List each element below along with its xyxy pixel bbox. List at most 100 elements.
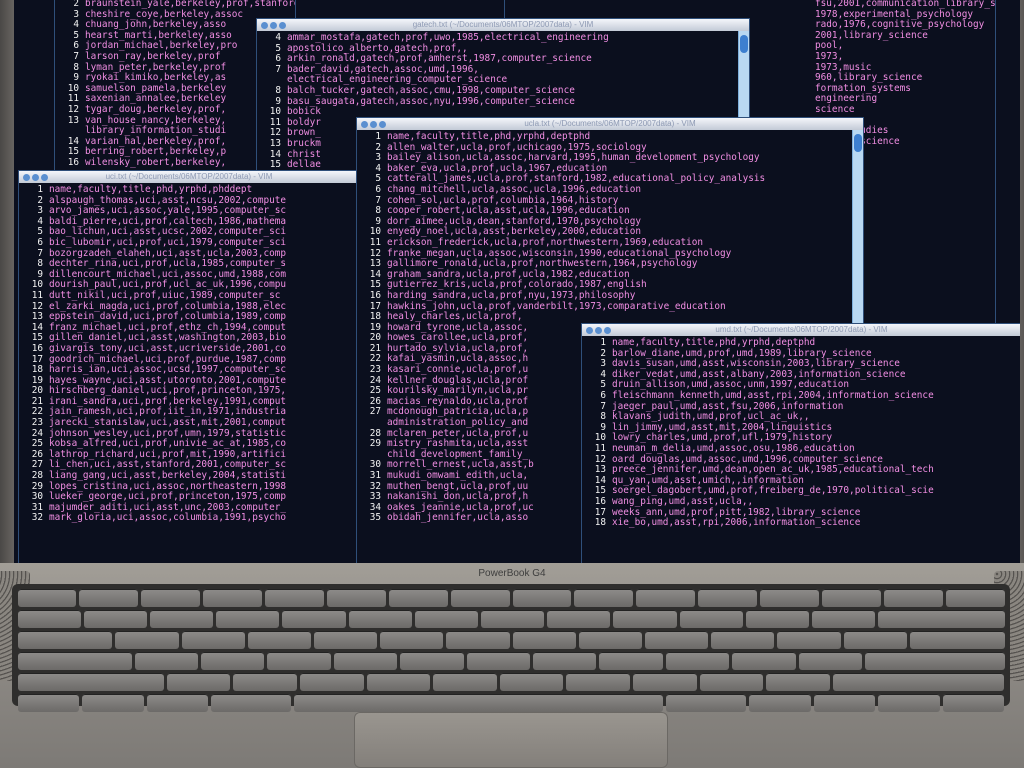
key[interactable] xyxy=(17,610,81,628)
key[interactable] xyxy=(942,694,1005,712)
key[interactable] xyxy=(512,631,576,649)
close-icon[interactable] xyxy=(361,121,368,128)
key[interactable] xyxy=(832,673,1005,691)
minimize-icon[interactable] xyxy=(370,121,377,128)
key[interactable] xyxy=(665,652,730,670)
key[interactable] xyxy=(909,631,1005,649)
key[interactable] xyxy=(883,589,943,607)
key[interactable] xyxy=(945,589,1005,607)
title-bar[interactable]: ucla.txt (~/Documents/06MTOP/2007data) -… xyxy=(357,118,863,130)
key[interactable] xyxy=(613,610,677,628)
title-bar[interactable]: umd.txt (~/Documents/06MTOP/2007data) - … xyxy=(582,324,1020,336)
text-area[interactable]: 1 name,faculty,title,phd,yrphd,deptphd 2 ba… xyxy=(582,336,1020,529)
key[interactable] xyxy=(644,631,709,649)
key[interactable] xyxy=(348,610,412,628)
space-bar[interactable] xyxy=(294,694,664,712)
key[interactable] xyxy=(632,673,697,691)
key[interactable] xyxy=(811,610,876,628)
minimize-icon[interactable] xyxy=(32,174,39,181)
key[interactable] xyxy=(181,631,245,649)
key[interactable] xyxy=(512,589,572,607)
key[interactable] xyxy=(433,673,497,691)
uci-vim-window[interactable]: uci.txt (~/Documents/06MTOP/2007data) - … xyxy=(18,170,360,568)
key[interactable] xyxy=(79,589,139,607)
key[interactable] xyxy=(533,652,597,670)
key[interactable] xyxy=(82,694,144,712)
key[interactable] xyxy=(813,694,876,712)
key[interactable] xyxy=(247,631,311,649)
key[interactable] xyxy=(17,589,77,607)
zoom-icon[interactable] xyxy=(604,327,611,334)
key[interactable] xyxy=(115,631,179,649)
key[interactable] xyxy=(636,589,696,607)
title-bar[interactable]: uci.txt (~/Documents/06MTOP/2007data) - … xyxy=(19,171,359,183)
key[interactable] xyxy=(201,652,265,670)
scroll-thumb[interactable] xyxy=(854,134,862,152)
key[interactable] xyxy=(843,631,907,649)
key[interactable] xyxy=(146,694,209,712)
key[interactable] xyxy=(267,652,331,670)
key[interactable] xyxy=(17,673,164,691)
key[interactable] xyxy=(599,652,663,670)
key[interactable] xyxy=(499,673,564,691)
zoom-icon[interactable] xyxy=(279,22,286,29)
key[interactable] xyxy=(466,652,531,670)
key[interactable] xyxy=(446,631,510,649)
key[interactable] xyxy=(17,652,132,670)
key[interactable] xyxy=(566,673,630,691)
key[interactable] xyxy=(821,589,881,607)
key[interactable] xyxy=(366,673,431,691)
key[interactable] xyxy=(450,589,510,607)
key[interactable] xyxy=(745,610,809,628)
key[interactable] xyxy=(578,631,642,649)
key[interactable] xyxy=(574,589,634,607)
key[interactable] xyxy=(149,610,214,628)
key[interactable] xyxy=(216,610,280,628)
text-area[interactable]: 1 name,faculty,title,phd,yrphd,phddept 2 al… xyxy=(19,183,359,524)
keyboard[interactable] xyxy=(12,584,1010,712)
key[interactable] xyxy=(17,694,80,712)
minimize-icon[interactable] xyxy=(270,22,277,29)
minimize-icon[interactable] xyxy=(595,327,602,334)
key[interactable] xyxy=(83,610,147,628)
key[interactable] xyxy=(798,652,863,670)
key[interactable] xyxy=(749,694,811,712)
key[interactable] xyxy=(878,610,1005,628)
key[interactable] xyxy=(666,694,747,712)
scroll-thumb[interactable] xyxy=(740,35,748,53)
key[interactable] xyxy=(333,652,398,670)
key[interactable] xyxy=(265,589,324,607)
key[interactable] xyxy=(388,589,448,607)
key[interactable] xyxy=(313,631,378,649)
key[interactable] xyxy=(699,673,764,691)
key[interactable] xyxy=(166,673,231,691)
close-icon[interactable] xyxy=(586,327,593,334)
key[interactable] xyxy=(211,694,292,712)
key[interactable] xyxy=(134,652,199,670)
key[interactable] xyxy=(414,610,478,628)
key[interactable] xyxy=(547,610,611,628)
key[interactable] xyxy=(299,673,364,691)
key[interactable] xyxy=(760,589,819,607)
key[interactable] xyxy=(233,673,297,691)
key[interactable] xyxy=(282,610,346,628)
key[interactable] xyxy=(732,652,796,670)
key[interactable] xyxy=(711,631,775,649)
key[interactable] xyxy=(878,694,940,712)
zoom-icon[interactable] xyxy=(379,121,386,128)
umd-vim-window[interactable]: umd.txt (~/Documents/06MTOP/2007data) - … xyxy=(581,323,1020,568)
key[interactable] xyxy=(865,652,1005,670)
key[interactable] xyxy=(400,652,464,670)
zoom-icon[interactable] xyxy=(41,174,48,181)
key[interactable] xyxy=(326,589,386,607)
key[interactable] xyxy=(679,610,743,628)
key[interactable] xyxy=(480,610,545,628)
key[interactable] xyxy=(203,589,262,607)
key[interactable] xyxy=(766,673,830,691)
title-bar[interactable]: gatech.txt (~/Documents/06MTOP/2007data)… xyxy=(257,19,749,31)
key[interactable] xyxy=(17,631,113,649)
key[interactable] xyxy=(141,589,201,607)
key[interactable] xyxy=(380,631,444,649)
trackpad[interactable] xyxy=(354,712,668,768)
close-icon[interactable] xyxy=(261,22,268,29)
